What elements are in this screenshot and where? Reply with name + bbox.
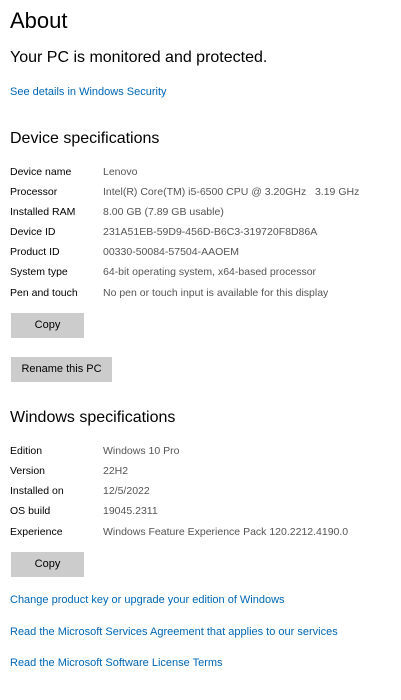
spec-label: Installed on: [10, 485, 64, 497]
windows-security-link[interactable]: See details in Windows Security: [10, 85, 167, 99]
spec-value: Windows Feature Experience Pack 120.2212…: [103, 526, 349, 538]
device-specs-title: Device specifications: [10, 130, 160, 147]
spec-value: 231A51EB-59D9-456D-B6C3-319720F8D86A: [103, 226, 318, 238]
spec-value: 64-bit operating system, x64-based proce…: [103, 266, 317, 278]
spec-value: Windows 10 Pro: [103, 445, 180, 457]
windows-specs-title: Windows specifications: [10, 409, 176, 426]
spec-value: 12/5/2022: [103, 485, 150, 497]
spec-label: Device name: [10, 166, 72, 178]
page-title: About: [10, 8, 68, 33]
change-product-key-link[interactable]: Change product key or upgrade your editi…: [10, 593, 285, 607]
spec-row-experience: Experience Windows Feature Experience Pa…: [10, 524, 390, 540]
spec-value: Intel(R) Core(TM) i5-6500 CPU @ 3.20GHz …: [103, 186, 360, 198]
spec-row-product-id: Product ID 00330-50084-57504-AAOEM: [10, 244, 390, 260]
spec-row-installed-on: Installed on 12/5/2022: [10, 483, 390, 499]
device-copy-button[interactable]: Copy: [11, 313, 84, 338]
spec-row-installed-ram: Installed RAM 8.00 GB (7.89 GB usable): [10, 204, 390, 220]
spec-row-os-build: OS build 19045.2311: [10, 503, 390, 519]
spec-row-device-id: Device ID 231A51EB-59D9-456D-B6C3-319720…: [10, 224, 390, 240]
spec-row-processor: Processor Intel(R) Core(TM) i5-6500 CPU …: [10, 184, 390, 200]
spec-value: 19045.2311: [103, 505, 158, 517]
spec-label: Product ID: [10, 246, 60, 258]
spec-label: Installed RAM: [10, 206, 76, 218]
spec-value: 8.00 GB (7.89 GB usable): [103, 206, 224, 218]
spec-value: No pen or touch input is available for t…: [103, 287, 329, 299]
about-page: About Your PC is monitored and protected…: [0, 0, 401, 700]
spec-label: Edition: [10, 445, 43, 457]
spec-row-version: Version 22H2: [10, 463, 390, 479]
spec-label: Version: [10, 465, 46, 477]
spec-value: Lenovo: [103, 166, 138, 178]
spec-label: System type: [10, 266, 68, 278]
spec-row-device-name: Device name Lenovo: [10, 164, 390, 180]
protection-status: Your PC is monitored and protected.: [10, 49, 268, 66]
spec-label: Processor: [10, 186, 58, 198]
services-agreement-link[interactable]: Read the Microsoft Services Agreement th…: [10, 625, 338, 639]
spec-value: 00330-50084-57504-AAOEM: [103, 246, 240, 258]
spec-label: Device ID: [10, 226, 56, 238]
spec-value: 22H2: [103, 465, 129, 477]
spec-label: Experience: [10, 526, 63, 538]
windows-copy-button[interactable]: Copy: [11, 552, 84, 577]
spec-row-pen-and-touch: Pen and touch No pen or touch input is a…: [10, 285, 390, 301]
spec-row-edition: Edition Windows 10 Pro: [10, 443, 390, 459]
spec-label: OS build: [10, 505, 51, 517]
spec-label: Pen and touch: [10, 287, 78, 299]
rename-pc-button[interactable]: Rename this PC: [11, 357, 112, 382]
license-terms-link[interactable]: Read the Microsoft Software License Term…: [10, 656, 223, 670]
spec-row-system-type: System type 64-bit operating system, x64…: [10, 264, 390, 280]
